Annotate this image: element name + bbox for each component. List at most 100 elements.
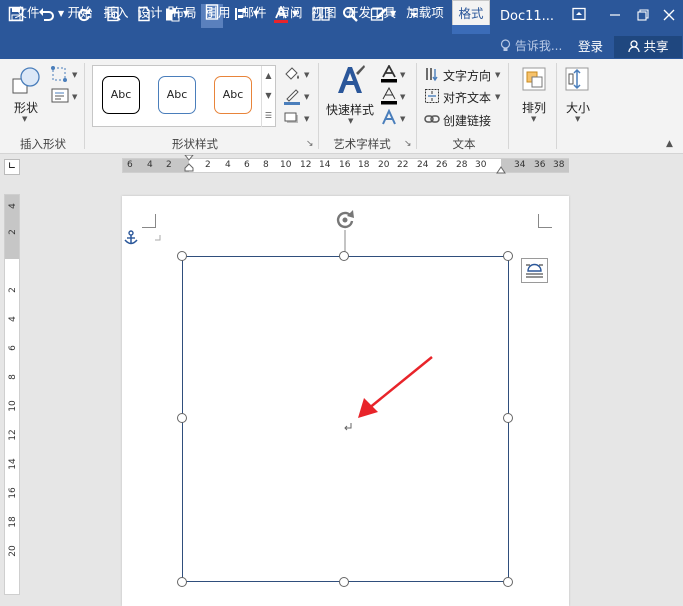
ribbon-display-options-icon[interactable]	[562, 0, 596, 34]
quick-styles-button[interactable]: 快速样式	[326, 101, 374, 118]
resize-handle-left[interactable]	[177, 413, 187, 423]
arrange-button[interactable]: 排列	[522, 99, 546, 116]
rectangle-shape[interactable]	[182, 256, 509, 582]
shape-style-swatch-1[interactable]: Abc	[102, 76, 140, 114]
tab-view[interactable]: 视图	[308, 0, 340, 25]
tab-addins[interactable]: 加载项	[402, 0, 448, 25]
ruler-tick: 6	[244, 160, 250, 170]
layout-options-icon	[526, 263, 543, 278]
resize-handle-right[interactable]	[503, 413, 513, 423]
shapes-button[interactable]: 形状	[14, 99, 38, 116]
wordart-styles-launcher-icon[interactable]: ↘	[404, 139, 412, 149]
text-box-icon[interactable]	[50, 87, 72, 105]
collapse-ribbon-icon[interactable]: ▲	[666, 139, 673, 149]
ruler-tick: 4	[147, 160, 153, 170]
ruler-tick: 14	[319, 160, 331, 170]
ruler-tick: 4	[225, 160, 231, 170]
tab-stop-selector-icon[interactable]: ∟	[4, 159, 20, 175]
ruler-tick: 10	[8, 400, 18, 412]
shape-style-swatch-3[interactable]: Abc	[214, 76, 252, 114]
gallery-scroll-down-icon[interactable]: ▼	[261, 86, 275, 106]
tab-home[interactable]: 开始	[63, 0, 97, 25]
horizontal-ruler[interactable]: 6 4 2 2 4 6 8 10 12 14 16 18 20 22 24 26…	[122, 155, 569, 174]
ruler-tick: 12	[300, 160, 312, 170]
ruler-tick: 2	[8, 229, 18, 235]
login-button[interactable]: 登录	[578, 34, 603, 59]
group-label-shape-styles: 形状样式	[172, 137, 218, 151]
ruler-tick: 20	[378, 160, 390, 170]
tab-developer[interactable]: 开发工具	[343, 0, 399, 25]
arrange-dropdown-icon[interactable]: ▼	[531, 115, 536, 123]
shape-styles-gallery: Abc Abc Abc ▲ ▼ ☰	[92, 65, 276, 127]
resize-handle-bottom[interactable]	[339, 577, 349, 587]
share-button[interactable]: 共享	[614, 36, 682, 58]
create-link-icon[interactable]	[424, 111, 440, 127]
resize-handle-bottom-right[interactable]	[503, 577, 513, 587]
size-dropdown-icon[interactable]: ▼	[575, 115, 580, 123]
tab-insert[interactable]: 插入	[100, 0, 132, 25]
tab-format[interactable]: 格式	[452, 0, 490, 25]
quick-styles-icon[interactable]	[334, 63, 366, 99]
resize-handle-top-left[interactable]	[177, 251, 187, 261]
gallery-more-icon[interactable]: ☰	[261, 106, 275, 127]
paragraph-return-icon	[344, 423, 352, 431]
rotate-handle-icon[interactable]	[333, 208, 357, 256]
text-direction-dropdown-icon[interactable]: ▼	[495, 71, 500, 79]
text-effects-dropdown-icon[interactable]: ▼	[400, 115, 405, 123]
tab-mailings[interactable]: 邮件	[238, 0, 270, 25]
shape-effects-icon[interactable]	[282, 109, 302, 127]
text-fill-icon[interactable]	[380, 64, 398, 83]
group-label-wordart-styles: 艺术字样式	[333, 137, 391, 151]
vertical-ruler[interactable]: 4 2 2 4 6 8 10 12 14 16 18 20	[4, 194, 20, 595]
text-outline-dropdown-icon[interactable]: ▼	[400, 93, 405, 101]
resize-handle-top-right[interactable]	[503, 251, 513, 261]
create-link-button[interactable]: 创建链接	[443, 112, 491, 129]
tell-me-search[interactable]: 告诉我...	[500, 34, 562, 59]
text-box-dropdown-icon[interactable]: ▼	[72, 93, 77, 101]
gallery-scroll-up-icon[interactable]: ▲	[261, 66, 275, 86]
close-icon[interactable]	[652, 0, 683, 34]
text-direction-icon[interactable]	[424, 66, 440, 82]
ruler-tick: 8	[8, 374, 18, 380]
group-separator	[84, 63, 85, 149]
shape-fill-dropdown-icon[interactable]: ▼	[304, 71, 309, 79]
shape-fill-icon[interactable]	[282, 65, 302, 83]
ruler-tick: 2	[166, 160, 172, 170]
resize-handle-bottom-left[interactable]	[177, 577, 187, 587]
group-label-insert-shapes: 插入形状	[20, 137, 66, 151]
layout-options-button[interactable]	[521, 258, 548, 283]
text-outline-icon[interactable]	[380, 86, 398, 105]
align-text-dropdown-icon[interactable]: ▼	[495, 93, 500, 101]
edit-shape-icon[interactable]	[50, 65, 72, 83]
right-indent-marker-icon[interactable]	[496, 166, 506, 174]
resize-handle-top[interactable]	[339, 251, 349, 261]
annotation-arrow-icon	[358, 356, 433, 418]
shape-outline-icon[interactable]	[282, 87, 302, 105]
ribbon: 形状 ▼ ▼ ▼ 插入形状 Abc Abc Abc ▲ ▼ ☰ ▼ ▼ ▼ 形状…	[0, 59, 683, 154]
shapes-dropdown-icon[interactable]: ▼	[22, 115, 27, 123]
text-direction-button[interactable]: 文字方向	[443, 67, 491, 84]
tab-review[interactable]: 审阅	[274, 0, 306, 25]
shapes-icon[interactable]	[10, 65, 42, 97]
shape-style-swatch-2[interactable]: Abc	[158, 76, 196, 114]
align-text-icon[interactable]	[424, 88, 440, 104]
tab-design[interactable]: 设计	[134, 0, 166, 25]
tab-references[interactable]: 引用	[202, 0, 234, 25]
size-icon[interactable]	[563, 65, 591, 93]
edit-shape-dropdown-icon[interactable]: ▼	[72, 71, 77, 79]
shape-styles-launcher-icon[interactable]: ↘	[306, 139, 314, 149]
shape-effects-dropdown-icon[interactable]: ▼	[304, 115, 309, 123]
size-button[interactable]: 大小	[566, 99, 590, 116]
text-effects-icon[interactable]	[380, 108, 398, 127]
quick-styles-dropdown-icon[interactable]: ▼	[348, 117, 353, 125]
shape-outline-dropdown-icon[interactable]: ▼	[304, 93, 309, 101]
ruler-tick: 4	[8, 203, 18, 209]
indent-marker-icon[interactable]	[184, 155, 194, 177]
arrange-icon[interactable]	[520, 65, 548, 93]
tab-layout[interactable]: 布局	[168, 0, 200, 25]
ruler-tick: 16	[339, 160, 351, 170]
tab-file[interactable]: 文件	[4, 0, 50, 25]
align-text-button[interactable]: 对齐文本	[443, 89, 491, 106]
text-fill-dropdown-icon[interactable]: ▼	[400, 71, 405, 79]
ruler-tick: 8	[263, 160, 269, 170]
